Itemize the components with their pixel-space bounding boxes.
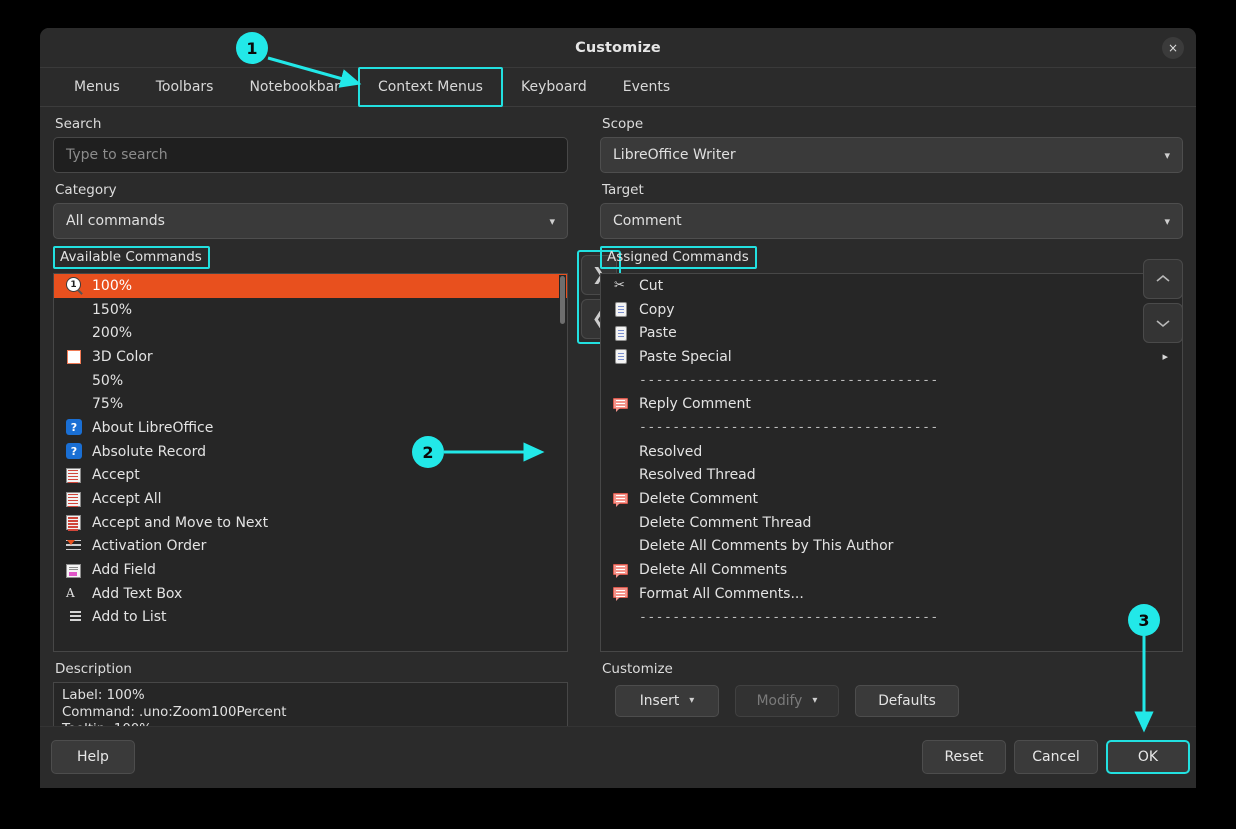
- screen: Customize × Menus Toolbars Notebookbar C…: [0, 0, 1236, 829]
- callout-badge-1: 1: [236, 32, 268, 64]
- annotation-arrows: [0, 0, 1236, 829]
- callout-badge-2: 2: [412, 436, 444, 468]
- callout-badge-3: 3: [1128, 604, 1160, 636]
